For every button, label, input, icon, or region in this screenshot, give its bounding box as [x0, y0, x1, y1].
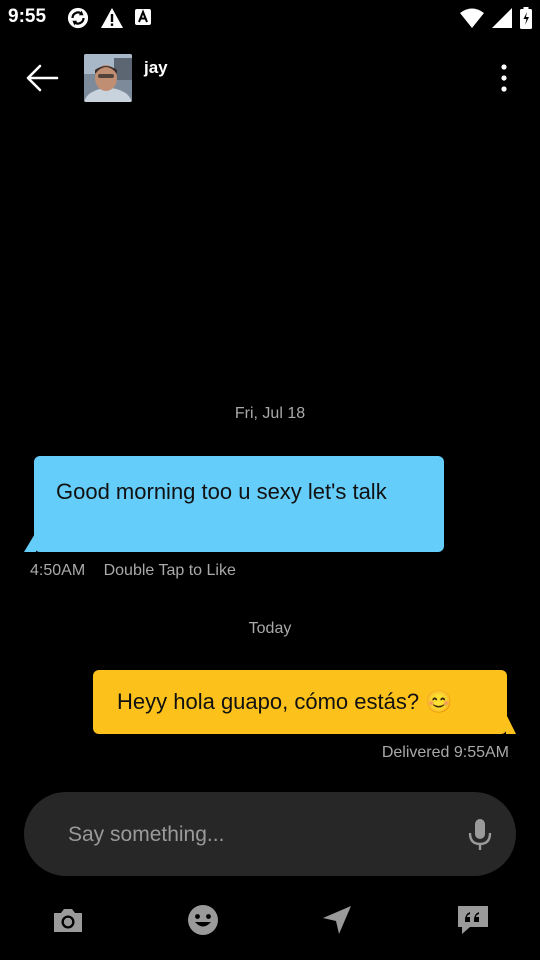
location-icon	[323, 906, 351, 934]
incoming-message[interactable]: Good morning too u sexy let's talk	[34, 456, 444, 552]
saved-phrases-icon	[458, 906, 488, 934]
avatar[interactable]	[84, 54, 132, 102]
contact-name[interactable]: jay	[144, 58, 168, 78]
sync-icon	[67, 7, 89, 29]
chat-header: jay	[0, 36, 540, 120]
double-tap-hint: Double Tap to Like	[103, 562, 236, 579]
more-options-button[interactable]	[492, 62, 516, 94]
share-location-button[interactable]	[319, 902, 355, 938]
warning-icon	[101, 8, 123, 28]
more-vertical-icon	[501, 64, 507, 92]
arrow-left-icon	[26, 64, 59, 92]
status-system-icons	[460, 7, 532, 29]
emoji-button[interactable]	[185, 902, 221, 938]
camera-button[interactable]	[50, 902, 86, 938]
back-button[interactable]	[24, 62, 60, 94]
status-notification-icons	[66, 7, 152, 29]
font-icon	[135, 9, 151, 25]
saved-phrases-button[interactable]	[455, 902, 491, 938]
camera-icon	[54, 909, 82, 932]
message-composer	[24, 792, 516, 876]
incoming-message-time: 4:50AM	[30, 562, 86, 579]
outgoing-bubble-tail	[506, 714, 516, 734]
profile-photo	[84, 54, 132, 102]
signal-icon	[492, 8, 512, 28]
status-bar: 9:55	[0, 0, 540, 36]
microphone-icon	[468, 819, 492, 850]
status-time: 9:55	[8, 6, 47, 27]
composer-toolbar	[0, 896, 540, 944]
wifi-icon	[460, 8, 484, 28]
date-separator-earlier: Fri, Jul 18	[234, 405, 306, 422]
message-input[interactable]	[66, 818, 450, 852]
emoji-icon	[188, 905, 218, 935]
incoming-message-meta: 4:50AM Double Tap to Like	[30, 562, 236, 580]
voice-message-button[interactable]	[466, 818, 494, 852]
battery-icon	[520, 7, 532, 29]
outgoing-message[interactable]: Heyy hola guapo, cómo estás? 😊	[93, 670, 507, 734]
delivery-status: Delivered 9:55AM	[381, 744, 509, 761]
date-separator-today: Today	[248, 620, 292, 637]
